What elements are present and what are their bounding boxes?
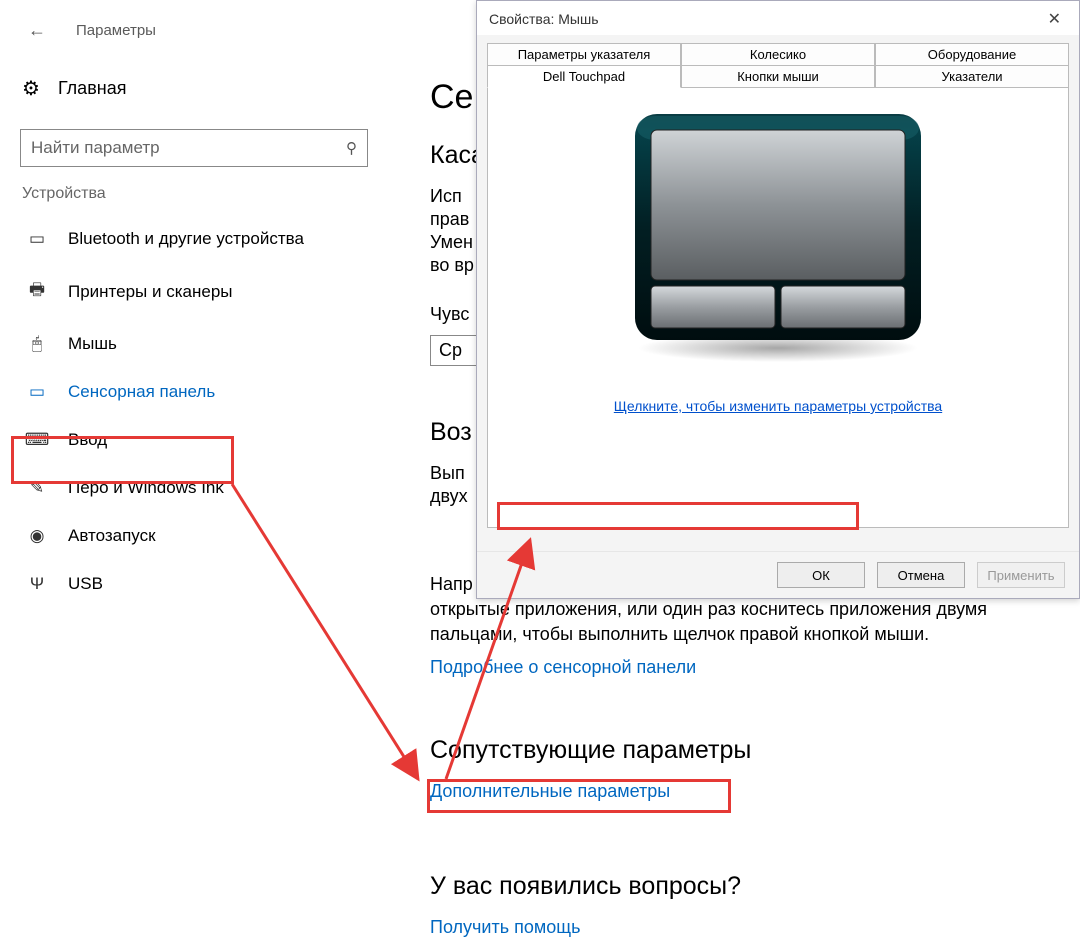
- related-header: Сопутствующие параметры: [430, 736, 1056, 765]
- tab-row-bottom: Dell Touchpad Кнопки мыши Указатели: [487, 65, 1069, 88]
- tab-wheel[interactable]: Колесико: [681, 43, 875, 65]
- annotation-box-sidebar: [11, 436, 234, 484]
- touchpad-image: [625, 108, 931, 362]
- dialog-buttons: ОК Отмена Применить: [477, 551, 1079, 598]
- dialog-title: Свойства: Мышь: [489, 11, 599, 27]
- window-title: Параметры: [76, 22, 156, 39]
- tab-page-dell-touchpad: Щелкните, чтобы изменить параметры устро…: [487, 88, 1069, 528]
- mouse-icon: 🖱: [26, 334, 48, 354]
- sidebar-item-label: Принтеры и сканеры: [68, 282, 233, 302]
- apply-button: Применить: [977, 562, 1065, 588]
- sidebar-item-printers[interactable]: 🖶 Принтеры и сканеры: [20, 263, 375, 320]
- dialog-titlebar[interactable]: Свойства: Мышь ✕: [477, 1, 1079, 35]
- annotation-box-related-link: [427, 779, 731, 813]
- sidebar-item-label: USB: [68, 574, 103, 594]
- home-label: Главная: [58, 78, 127, 99]
- annotation-box-device-link: [497, 502, 859, 530]
- get-help-link[interactable]: Получить помощь: [430, 917, 1056, 938]
- search-placeholder: Найти параметр: [31, 138, 160, 158]
- tab-pointers[interactable]: Указатели: [875, 65, 1069, 88]
- sidebar-item-bluetooth[interactable]: ▭ Bluetooth и другие устройства: [20, 215, 375, 263]
- back-button[interactable]: ←: [28, 20, 46, 41]
- sidebar-item-label: Bluetooth и другие устройства: [68, 229, 304, 249]
- sidebar-item-autoplay[interactable]: ◉ Автозапуск: [20, 512, 375, 560]
- tab-row-top: Параметры указателя Колесико Оборудовани…: [487, 43, 1069, 65]
- gear-icon: ⚙: [22, 76, 40, 101]
- home-button[interactable]: ⚙ Главная: [20, 68, 375, 111]
- search-icon: ⚲: [346, 139, 357, 157]
- tab-buttons[interactable]: Кнопки мыши: [681, 65, 875, 88]
- sidebar-item-mouse[interactable]: 🖱 Мышь: [20, 320, 375, 368]
- tab-hardware[interactable]: Оборудование: [875, 43, 1069, 65]
- learn-more-link[interactable]: Подробнее о сенсорной панели: [430, 657, 1056, 678]
- ok-button[interactable]: ОК: [777, 562, 865, 588]
- dialog-body: Параметры указателя Колесико Оборудовани…: [477, 35, 1079, 551]
- close-button[interactable]: ✕: [1042, 9, 1067, 29]
- devices-icon: ▭: [26, 229, 48, 249]
- tab-pointer-options[interactable]: Параметры указателя: [487, 43, 681, 65]
- sidebar-item-label: Мышь: [68, 334, 117, 354]
- help-header: У вас появились вопросы?: [430, 872, 1056, 901]
- category-label: Устройства: [22, 185, 375, 203]
- select-value: Ср: [439, 340, 462, 360]
- usb-icon: Ψ: [26, 574, 48, 594]
- autoplay-icon: ◉: [26, 526, 48, 546]
- sidebar-item-label: Автозапуск: [68, 526, 156, 546]
- touchpad-icon: ▭: [26, 382, 48, 402]
- sidebar-item-usb[interactable]: Ψ USB: [20, 560, 375, 608]
- sidebar: ⚙ Главная Найти параметр ⚲ Устройства ▭ …: [0, 58, 395, 608]
- body-text: открытые приложения, или один раз коснит…: [430, 597, 1056, 647]
- change-device-settings-link[interactable]: Щелкните, чтобы изменить параметры устро…: [614, 398, 942, 414]
- sidebar-item-label: Сенсорная панель: [68, 382, 215, 402]
- tab-dell-touchpad[interactable]: Dell Touchpad: [487, 65, 681, 88]
- printer-icon: 🖶: [26, 277, 48, 306]
- search-input[interactable]: Найти параметр ⚲: [20, 129, 368, 167]
- sidebar-item-touchpad[interactable]: ▭ Сенсорная панель: [20, 368, 375, 416]
- cancel-button[interactable]: Отмена: [877, 562, 965, 588]
